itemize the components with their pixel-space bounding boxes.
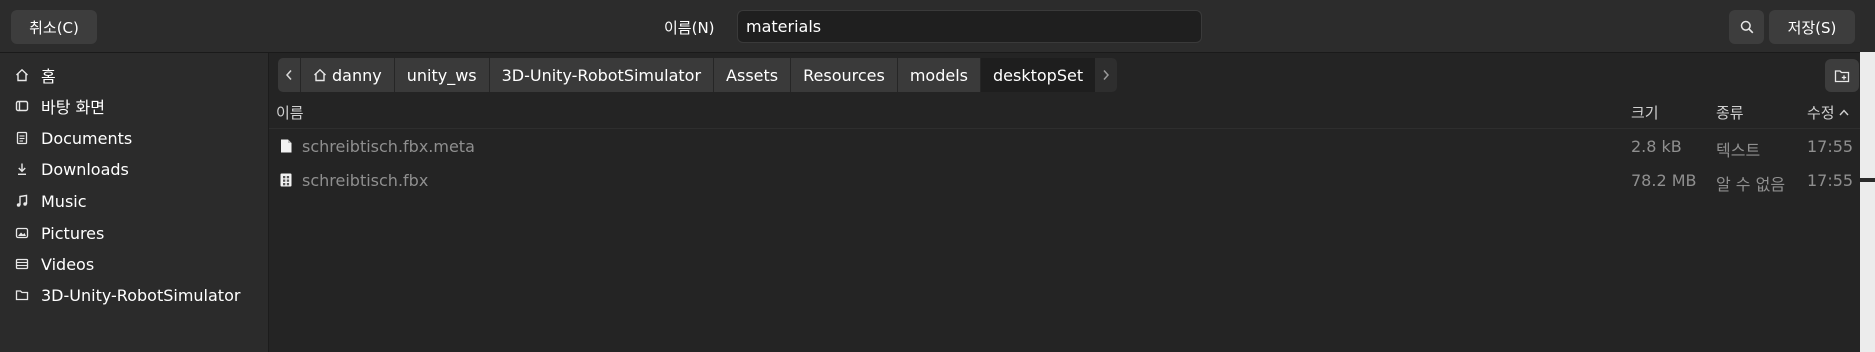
new-folder-icon bbox=[1834, 69, 1850, 82]
file-size: 78.2 MB bbox=[1631, 171, 1697, 190]
breadcrumb-forward-button[interactable] bbox=[1095, 58, 1118, 92]
sidebar-item-label: Videos bbox=[41, 254, 95, 274]
file-list-area bbox=[269, 53, 1860, 352]
sort-ascending-icon bbox=[1839, 109, 1849, 116]
breadcrumb-item-danny[interactable]: danny bbox=[300, 58, 394, 92]
sidebar-item-label: Pictures bbox=[41, 223, 105, 243]
sidebar-item-label: 홈 bbox=[41, 67, 56, 86]
name-label: 이름(N) bbox=[664, 19, 715, 37]
breadcrumb-item-models[interactable]: models bbox=[896, 58, 980, 92]
download-icon bbox=[18, 163, 26, 176]
breadcrumb-label: danny bbox=[332, 65, 382, 85]
breadcrumb-item-unity-ws[interactable]: unity_ws bbox=[393, 58, 489, 92]
breadcrumb-item-assets[interactable]: Assets bbox=[713, 58, 791, 92]
breadcrumb: danny unity_ws 3D-Unity-RobotSimulator A… bbox=[278, 58, 1118, 92]
sidebar: 홈 바탕 화면 Documents Downloads Music Pictur… bbox=[0, 53, 269, 352]
header-divider bbox=[269, 128, 1860, 129]
file-type: 텍스트 bbox=[1716, 141, 1761, 160]
save-button[interactable]: 저장(S) bbox=[1769, 10, 1855, 44]
picture-icon bbox=[15, 227, 29, 239]
breadcrumb-item-3d-unity-robotsimulator[interactable]: 3D-Unity-RobotSimulator bbox=[488, 58, 714, 92]
filename-input[interactable]: materials bbox=[737, 10, 1202, 43]
breadcrumb-item-desktopset[interactable]: desktopSet bbox=[980, 58, 1096, 92]
home-icon bbox=[314, 68, 326, 82]
file-type: 알 수 없음 bbox=[1716, 175, 1786, 194]
music-icon bbox=[16, 194, 28, 207]
background-window-edge bbox=[1860, 0, 1875, 352]
column-header-name[interactable]: 이름 bbox=[276, 102, 304, 123]
cancel-button[interactable]: 취소(C) bbox=[11, 10, 97, 44]
document-icon bbox=[16, 131, 28, 145]
file-modified: 17:55 bbox=[1807, 171, 1854, 190]
sidebar-item-home[interactable]: 홈 bbox=[15, 60, 56, 90]
sidebar-item-videos[interactable]: Videos bbox=[15, 249, 94, 279]
sidebar-item-label: Music bbox=[41, 191, 87, 211]
folder-icon bbox=[15, 290, 29, 301]
text-file-icon bbox=[281, 139, 292, 153]
sidebar-item-label: 3D-Unity-RobotSimulator bbox=[41, 285, 241, 305]
sidebar-item-documents[interactable]: Documents bbox=[15, 123, 132, 153]
search-button[interactable] bbox=[1729, 10, 1764, 44]
breadcrumb-back-button[interactable] bbox=[278, 58, 300, 92]
header-bar: 취소(C) 이름(N) materials 저장(S) bbox=[0, 0, 1860, 53]
file-modified: 17:55 bbox=[1807, 137, 1854, 156]
column-header-modified[interactable]: 수정 bbox=[1807, 102, 1849, 123]
sidebar-item-downloads[interactable]: Downloads bbox=[15, 154, 129, 184]
file-size: 2.8 kB bbox=[1631, 137, 1682, 156]
new-folder-button[interactable] bbox=[1825, 59, 1859, 92]
binary-file-icon bbox=[280, 173, 292, 187]
sidebar-item-label: 바탕 화면 bbox=[41, 98, 105, 117]
sidebar-item-music[interactable]: Music bbox=[15, 186, 87, 216]
sidebar-item-pictures[interactable]: Pictures bbox=[15, 218, 104, 248]
file-name: schreibtisch.fbx.meta bbox=[302, 137, 475, 156]
file-row[interactable]: schreibtisch.fbx 78.2 MB 알 수 없음 17:55 bbox=[269, 164, 1860, 196]
column-header-size[interactable]: 크기 bbox=[1631, 102, 1659, 123]
file-row[interactable]: schreibtisch.fbx.meta 2.8 kB 텍스트 17:55 bbox=[269, 130, 1860, 162]
sidebar-item-label: Documents bbox=[41, 128, 133, 148]
column-header-label: 수정 bbox=[1807, 104, 1835, 122]
sidebar-item-3d-unity-robotsimulator[interactable]: 3D-Unity-RobotSimulator bbox=[15, 280, 240, 310]
breadcrumb-item-resources[interactable]: Resources bbox=[790, 58, 897, 92]
search-icon bbox=[1740, 20, 1753, 34]
sidebar-item-desktop[interactable]: 바탕 화면 bbox=[15, 91, 105, 121]
sidebar-item-label: Downloads bbox=[41, 159, 129, 179]
file-name: schreibtisch.fbx bbox=[302, 171, 429, 190]
chevron-left-icon bbox=[285, 70, 292, 80]
chevron-right-icon bbox=[1103, 70, 1110, 80]
column-header-type[interactable]: 종류 bbox=[1716, 102, 1744, 123]
video-icon bbox=[15, 258, 29, 270]
home-icon bbox=[16, 68, 28, 82]
desktop-icon bbox=[15, 100, 29, 112]
